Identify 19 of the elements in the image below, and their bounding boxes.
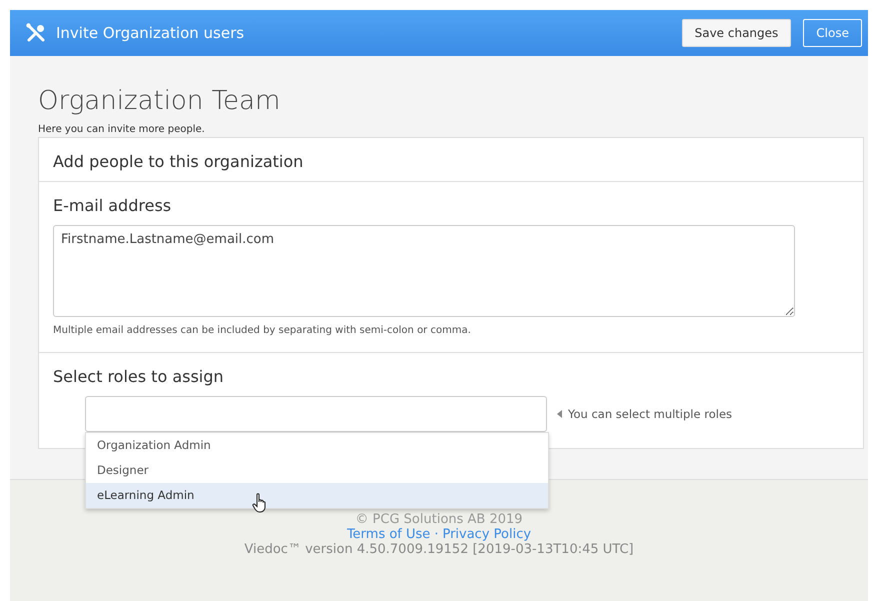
dialog-title: Invite Organization users bbox=[56, 24, 244, 42]
version-text: Viedoc™ version 4.50.7009.19152 [2019-03-13T10:45 UTC] bbox=[244, 542, 634, 557]
role-option[interactable]: Organization Admin bbox=[86, 433, 548, 458]
tools-icon bbox=[26, 23, 46, 43]
page-title: Organization Team bbox=[38, 86, 282, 116]
page-subtitle: Here you can invite more people. bbox=[38, 124, 206, 135]
link-separator: · bbox=[434, 527, 438, 542]
copyright-text: © PCG Solutions AB 2019 bbox=[355, 512, 523, 527]
roles-field[interactable] bbox=[85, 396, 547, 432]
roles-label: Select roles to assign bbox=[53, 367, 225, 386]
save-button[interactable]: Save changes bbox=[682, 19, 792, 47]
email-help-text: Multiple email addresses can be included by separating with semi-colon or comma. bbox=[53, 325, 472, 336]
roles-hint: You can select multiple roles bbox=[568, 407, 732, 421]
role-option[interactable]: eLearning Admin bbox=[86, 483, 548, 508]
email-label: E-mail address bbox=[53, 196, 172, 215]
caret-left-icon bbox=[557, 410, 562, 418]
role-option[interactable]: Designer bbox=[86, 458, 548, 483]
card-title: Add people to this organization bbox=[53, 152, 304, 171]
email-field[interactable]: Firstname.Lastname@email.com bbox=[53, 225, 795, 317]
